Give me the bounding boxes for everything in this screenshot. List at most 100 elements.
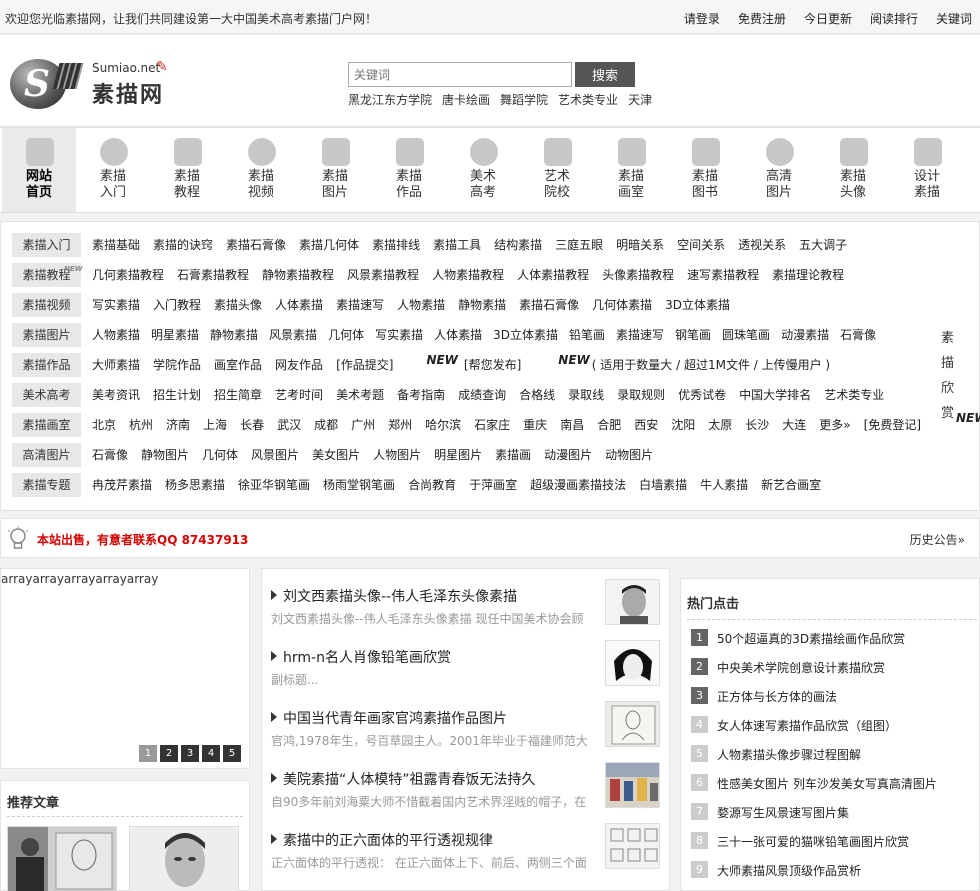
publish-for-you-link[interactable]: [帮您发布] NEW xyxy=(464,353,590,377)
category-link[interactable]: 新艺合画室 xyxy=(761,473,821,497)
category-link[interactable]: 大师素描 xyxy=(92,353,140,377)
article-thumbnail[interactable] xyxy=(605,762,660,808)
category-link[interactable]: 超级漫画素描技法 xyxy=(530,473,626,497)
article-title[interactable]: 美院素描“人体模特”祖露青春饭无法持久 xyxy=(271,769,536,789)
category-link[interactable]: 白墙素描 xyxy=(639,473,687,497)
category-link[interactable]: 上海 xyxy=(203,413,227,437)
category-link[interactable]: 哈尔滨 xyxy=(425,413,461,437)
category-link[interactable]: 成绩查询 xyxy=(458,383,506,407)
category-link[interactable]: 画室作品 xyxy=(214,353,262,377)
hot-item[interactable]: 9 大师素描风景顶级作品赏析 xyxy=(691,861,980,881)
category-label[interactable]: 素描画室 xyxy=(12,413,81,437)
category-link[interactable]: 广州 xyxy=(351,413,375,437)
category-link[interactable]: 合尚教育 xyxy=(408,473,456,497)
category-link[interactable]: 北京 xyxy=(92,413,116,437)
nav-sketch-books[interactable]: 素描 图书 xyxy=(668,128,742,212)
register-link[interactable]: 免费注册 xyxy=(738,10,786,27)
category-link[interactable]: 几何体 xyxy=(202,443,238,467)
hot-keyword[interactable]: 天津 xyxy=(628,91,652,108)
hot-item-title[interactable]: 中央美术学院创意设计素描欣赏 xyxy=(717,659,885,676)
category-link[interactable]: 素描几何体 xyxy=(299,233,359,257)
category-link[interactable]: 人物图片 xyxy=(373,443,421,467)
category-link[interactable]: 济南 xyxy=(166,413,190,437)
category-link[interactable]: 素描速写 xyxy=(616,323,664,347)
category-link[interactable]: 石膏像 xyxy=(92,443,128,467)
category-link[interactable]: 3D立体素描 xyxy=(493,323,558,347)
category-link[interactable]: 素描基础 xyxy=(92,233,140,257)
category-link[interactable]: 写实素描 xyxy=(375,323,423,347)
article-title[interactable]: 素描中的正六面体的平行透视规律 xyxy=(271,830,493,850)
hot-item[interactable]: 5 人物素描头像步骤过程图解 xyxy=(691,745,980,765)
category-link[interactable]: 录取规则 xyxy=(617,383,665,407)
category-link[interactable]: 录取线 xyxy=(568,383,604,407)
submit-work-link[interactable]: [作品提交] NEW xyxy=(336,353,458,377)
category-link[interactable]: 石膏素描教程 xyxy=(177,263,249,287)
category-link[interactable]: 圆珠笔画 xyxy=(722,323,770,347)
category-link[interactable]: 五大调子 xyxy=(799,233,847,257)
category-link[interactable]: 太原 xyxy=(708,413,732,437)
category-link[interactable]: 明暗关系 xyxy=(616,233,664,257)
category-link[interactable]: 结构素描 xyxy=(494,233,542,257)
category-link[interactable]: 招生计划 xyxy=(153,383,201,407)
category-link[interactable]: 风景素描教程 xyxy=(347,263,419,287)
category-label[interactable]: 素描教程 NEW xyxy=(12,263,82,287)
nav-design-sketch[interactable]: 设计 素描 xyxy=(890,128,964,212)
category-link[interactable]: 人物素描 xyxy=(397,293,445,317)
hot-item-title[interactable]: 女人体速写素描作品欣赏（组图） xyxy=(717,717,897,734)
notice-text[interactable]: 本站出售，有意者联系QQ 87437913 xyxy=(37,531,248,548)
nav-sketch-intro[interactable]: 素描 入门 xyxy=(76,128,150,212)
category-link[interactable]: 静物素描教程 xyxy=(262,263,334,287)
category-link[interactable]: 人物素描教程 xyxy=(432,263,504,287)
category-link[interactable]: 动漫图片 xyxy=(544,443,592,467)
category-link[interactable]: 美女图片 xyxy=(312,443,360,467)
more-studios-link[interactable]: 更多» xyxy=(819,413,850,437)
nav-art-exam[interactable]: 美术 高考 xyxy=(446,128,520,212)
category-link[interactable]: 冉茂芹素描 xyxy=(92,473,152,497)
hot-item-title[interactable]: 50个超逼真的3D素描绘画作品欣赏 xyxy=(717,630,905,647)
category-link[interactable]: 艺术类专业 xyxy=(824,383,884,407)
category-link[interactable]: 石膏像 xyxy=(840,323,876,347)
category-link[interactable]: 大连 xyxy=(782,413,806,437)
hot-item-title[interactable]: 大师素描风景顶级作品赏析 xyxy=(717,862,861,879)
category-link[interactable]: 素描石膏像 xyxy=(519,293,579,317)
category-link[interactable]: 学院作品 xyxy=(153,353,201,377)
free-register-link[interactable]: [免费登记]NEW xyxy=(864,411,980,437)
pager-button[interactable]: 3 xyxy=(181,745,199,762)
category-link[interactable]: 风景素描 xyxy=(269,323,317,347)
category-link[interactable]: 长沙 xyxy=(745,413,769,437)
category-link[interactable]: 牛人素描 xyxy=(700,473,748,497)
article-title[interactable]: 刘文西素描头像--伟人毛泽东头像素描 xyxy=(271,586,517,606)
pager-button[interactable]: 4 xyxy=(202,745,220,762)
nav-art-college[interactable]: 艺术 院校 xyxy=(520,128,594,212)
category-link[interactable]: 几何体素描 xyxy=(592,293,652,317)
category-link[interactable]: 动漫素描 xyxy=(781,323,829,347)
category-link[interactable]: 几何体 xyxy=(328,323,364,347)
category-link[interactable]: 风景图片 xyxy=(251,443,299,467)
category-label[interactable]: 素描入门 xyxy=(12,233,81,257)
category-link[interactable]: 素描排线 xyxy=(372,233,420,257)
nav-sketch-video[interactable]: 素描 视频 xyxy=(224,128,298,212)
search-input[interactable] xyxy=(348,62,572,87)
hot-item[interactable]: 1 50个超逼真的3D素描绘画作品欣赏 xyxy=(691,629,980,649)
category-link[interactable]: 艺考时间 xyxy=(275,383,323,407)
history-notice-link[interactable]: 历史公告» xyxy=(910,531,965,548)
category-link[interactable]: 人体素描教程 xyxy=(517,263,589,287)
hot-keyword[interactable]: 唐卡绘画 xyxy=(442,91,490,108)
category-link[interactable]: 网友作品 xyxy=(275,353,323,377)
category-link[interactable]: 速写素描教程 xyxy=(687,263,759,287)
keywords-link[interactable]: 关键词 xyxy=(936,10,972,27)
category-link[interactable]: 重庆 xyxy=(523,413,547,437)
category-link[interactable]: 沈阳 xyxy=(671,413,695,437)
article-thumbnail[interactable] xyxy=(605,579,660,625)
nav-home[interactable]: 网站 首页 xyxy=(2,128,76,212)
category-link[interactable]: 长春 xyxy=(240,413,264,437)
search-button[interactable]: 搜索 xyxy=(575,62,635,87)
category-link[interactable]: 人体素描 xyxy=(275,293,323,317)
hot-item[interactable]: 4 女人体速写素描作品欣赏（组图） xyxy=(691,716,980,736)
category-link[interactable]: 素描的诀窍 xyxy=(153,233,213,257)
category-link[interactable]: 静物图片 xyxy=(141,443,189,467)
category-link[interactable]: 明星图片 xyxy=(434,443,482,467)
hot-item-title[interactable]: 三十一张可爱的猫咪铅笔画图片欣赏 xyxy=(717,833,909,850)
category-link[interactable]: 成都 xyxy=(314,413,338,437)
article-thumbnail[interactable] xyxy=(605,823,660,869)
